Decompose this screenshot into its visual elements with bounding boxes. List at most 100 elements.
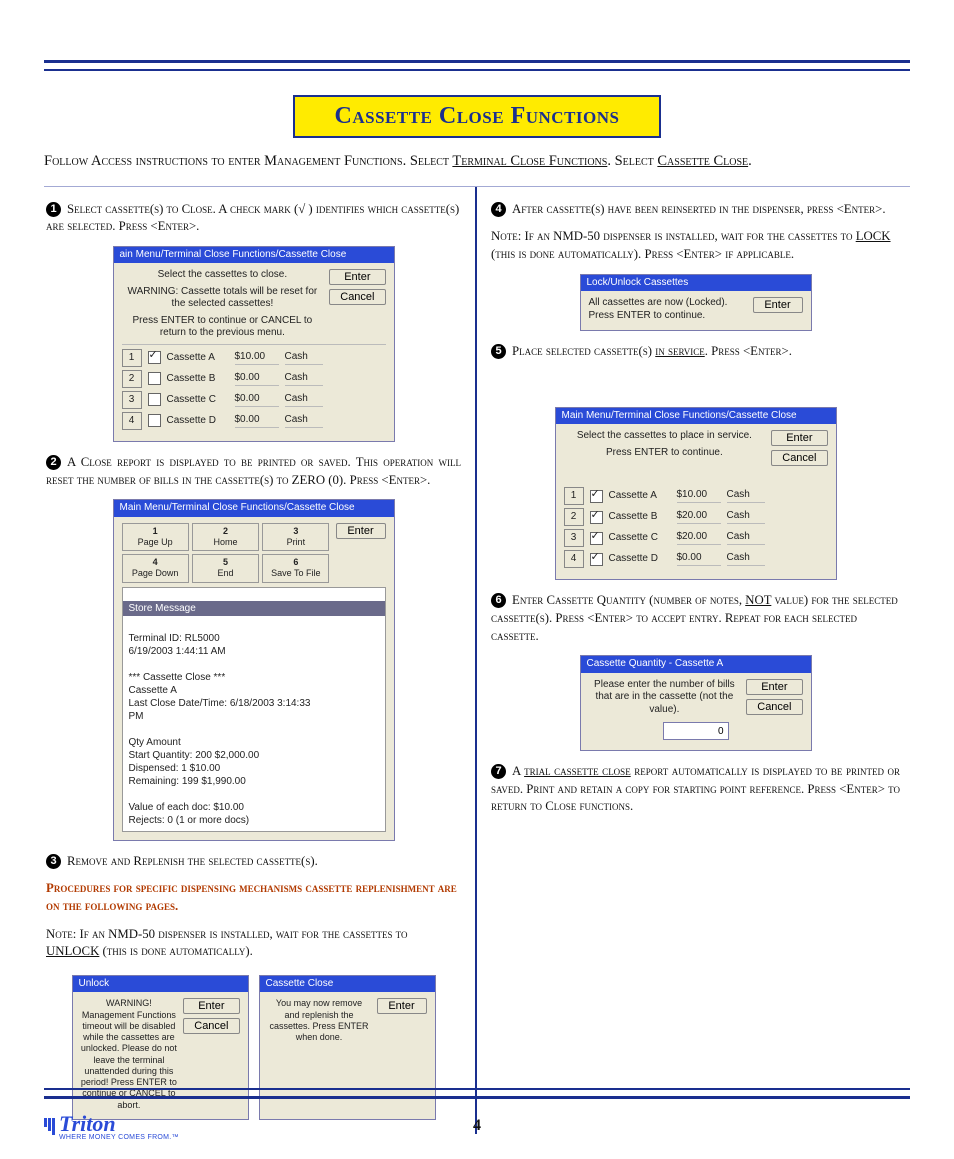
enter-button[interactable]: Enter	[377, 998, 427, 1014]
step-3: 3 Remove and Replenish the selected casse…	[46, 853, 461, 871]
step-5: 5Place selected cassette(s) in service. …	[491, 343, 900, 361]
step-4-text: After cassette(s) have been reinserted i…	[512, 202, 886, 216]
cassette-row: 2 Cassette B $0.00 Cash	[122, 370, 386, 388]
nav-cell[interactable]: 4Page Down	[122, 554, 189, 583]
cassette-amount: $0.00	[235, 372, 279, 386]
step-1: 1Select cassette(s) to Close. A check ma…	[46, 201, 461, 236]
dlg-titlebar: Lock/Unlock Cassettes	[581, 275, 811, 292]
step-bullet-5: 5	[491, 344, 506, 359]
note-part: Note: If an NMD-50 dispenser is installe…	[491, 229, 856, 243]
note-part: Note: If an NMD-50 dispenser is installe…	[46, 927, 408, 941]
cassette-type: Cash	[727, 552, 765, 566]
logo-tagline: WHERE MONEY COMES FROM.™	[59, 1134, 179, 1141]
cancel-button[interactable]: Cancel	[771, 450, 827, 466]
row-index-button[interactable]: 1	[122, 349, 142, 367]
cassette-row: 3 Cassette C $0.00 Cash	[122, 391, 386, 409]
cassette-label: Cassette D	[167, 415, 229, 428]
top-rule	[44, 60, 910, 71]
cassette-type: Cash	[727, 489, 765, 503]
cassette-amount: $10.00	[677, 489, 721, 503]
cassette-type: Cash	[727, 510, 765, 524]
nav-cell[interactable]: 3Print	[262, 523, 329, 552]
dlg-close-report: Main Menu/Terminal Close Functions/Casse…	[113, 499, 395, 841]
dlg-cassette-quantity: Cassette Quantity - Cassette A Please en…	[580, 655, 812, 751]
cassette-checkbox[interactable]	[148, 393, 161, 406]
dlg-line: WARNING: Cassette totals will be reset f…	[122, 286, 324, 311]
nav-cell[interactable]: 5End	[192, 554, 259, 583]
row-index-button[interactable]: 4	[564, 550, 584, 568]
cassette-checkbox[interactable]	[590, 490, 603, 503]
step-7-text: A	[512, 764, 524, 778]
step-bullet-7: 7	[491, 764, 506, 779]
cassette-type: Cash	[285, 351, 323, 365]
step-4: 4 After cassette(s) have been reinserted …	[491, 201, 900, 219]
right-column: 4 After cassette(s) have been reinserted …	[477, 187, 910, 1134]
row-index-button[interactable]: 1	[564, 487, 584, 505]
dlg-titlebar: Cassette Close	[260, 976, 435, 993]
cassette-label: Cassette B	[167, 373, 229, 386]
step-7: 7A trial cassette close report automatic…	[491, 763, 900, 816]
cancel-button[interactable]: Cancel	[746, 699, 802, 715]
row-index-button[interactable]: 3	[122, 391, 142, 409]
dlg-titlebar: Unlock	[73, 976, 248, 993]
step-bullet-3: 3	[46, 854, 61, 869]
cassette-checkbox[interactable]	[590, 532, 603, 545]
row-index-button[interactable]: 4	[122, 412, 142, 430]
cassette-amount: $0.00	[235, 414, 279, 428]
row-index-button[interactable]: 3	[564, 529, 584, 547]
store-message-header: Store Message	[123, 601, 385, 616]
page-number: 4	[473, 1117, 481, 1135]
quantity-input[interactable]	[663, 722, 729, 740]
dlg-select-cassettes: ain Menu/Terminal Close Functions/Casset…	[113, 246, 395, 442]
row-index-button[interactable]: 2	[122, 370, 142, 388]
note-part: (this is done automatically).	[99, 944, 252, 958]
enter-button[interactable]: Enter	[329, 269, 385, 285]
enter-button[interactable]: Enter	[753, 297, 803, 313]
intro-part: .	[748, 153, 752, 169]
note-unlock: UNLOCK	[46, 944, 99, 958]
logo-bars-icon	[44, 1118, 55, 1135]
cassette-type: Cash	[285, 414, 323, 428]
step-3-text: Remove and Replenish the selected casset…	[67, 854, 318, 868]
cassette-checkbox[interactable]	[590, 553, 603, 566]
dlg-line: Select the cassettes to place in service…	[564, 430, 766, 443]
enter-button[interactable]: Enter	[336, 523, 386, 539]
nav-cell[interactable]: 6Save To File	[262, 554, 329, 583]
step-1-text: Select cassette(s) to Close. A check mar…	[46, 202, 459, 234]
cassette-type: Cash	[285, 372, 323, 386]
step-bullet-6: 6	[491, 593, 506, 608]
row-index-button[interactable]: 2	[564, 508, 584, 526]
enter-button[interactable]: Enter	[746, 679, 802, 695]
step-2-text: A Close report is displayed to be printe…	[46, 455, 461, 487]
cassette-type: Cash	[285, 393, 323, 407]
cassette-type: Cash	[727, 531, 765, 545]
dlg-lock-cassettes: Lock/Unlock Cassettes All cassettes are …	[580, 274, 812, 332]
cassette-row: 3 Cassette C $20.00 Cash	[564, 529, 828, 547]
intro-link-cassette-close: Cassette Close	[657, 153, 748, 169]
dlg-titlebar: Main Menu/Terminal Close Functions/Casse…	[114, 500, 394, 517]
cassette-checkbox[interactable]	[148, 351, 161, 364]
cancel-button[interactable]: Cancel	[329, 289, 385, 305]
dlg-msg: Please enter the number of bills that ar…	[589, 679, 741, 717]
step-5-inservice: in service	[655, 344, 704, 358]
cassette-row: 4 Cassette D $0.00 Cash	[564, 550, 828, 568]
cassette-row: 4 Cassette D $0.00 Cash	[122, 412, 386, 430]
cassette-label: Cassette B	[609, 511, 671, 524]
step-bullet-4: 4	[491, 202, 506, 217]
step-3-note: Note: If an NMD-50 dispenser is installe…	[46, 926, 461, 961]
left-column: 1 Select cassette(s) to Close. A check ma…	[44, 187, 477, 1134]
enter-button[interactable]: Enter	[183, 998, 239, 1014]
enter-button[interactable]: Enter	[771, 430, 827, 446]
cassette-checkbox[interactable]	[148, 372, 161, 385]
dlg-line: Press ENTER to continue or CANCEL to ret…	[122, 315, 324, 340]
step-7-trial: trial cassette close	[524, 764, 631, 778]
cassette-label: Cassette C	[167, 394, 229, 407]
store-message-body: Terminal ID: RL5000 6/19/2003 1:44:11 AM…	[129, 633, 311, 826]
cancel-button[interactable]: Cancel	[183, 1018, 239, 1034]
nav-cell[interactable]: 2Home	[192, 523, 259, 552]
cassette-checkbox[interactable]	[148, 414, 161, 427]
nav-cell[interactable]: 1Page Up	[122, 523, 189, 552]
cassette-checkbox[interactable]	[590, 511, 603, 524]
cassette-row: 2 Cassette B $20.00 Cash	[564, 508, 828, 526]
cassette-amount: $0.00	[677, 552, 721, 566]
